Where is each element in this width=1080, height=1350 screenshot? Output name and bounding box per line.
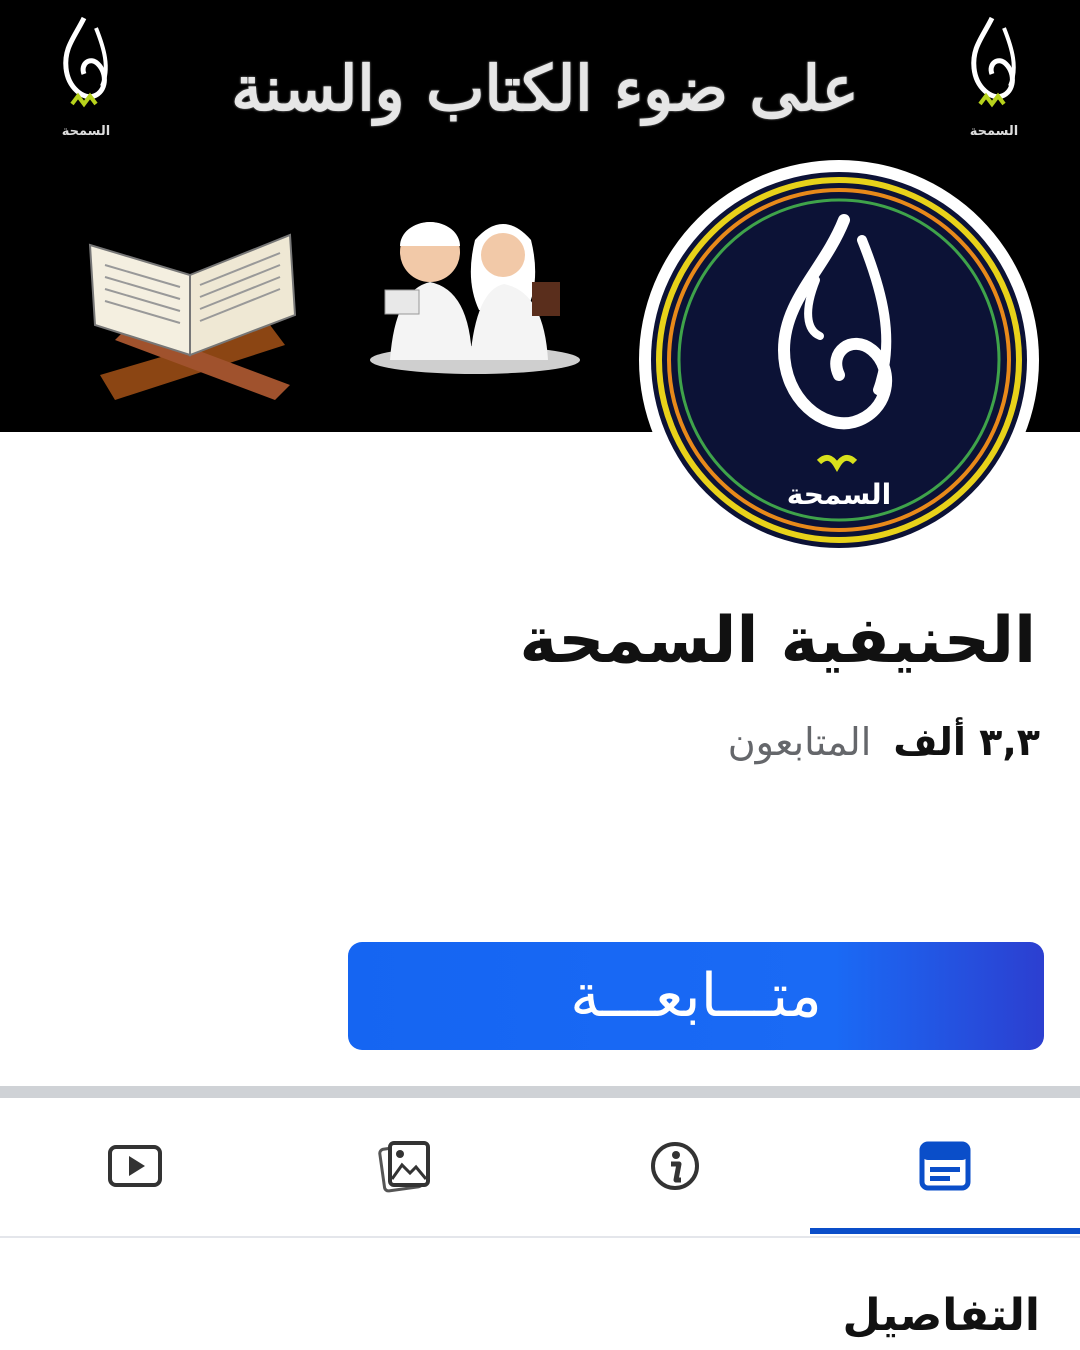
quran-illustration	[88, 233, 297, 400]
profile-avatar[interactable]: السمحة	[634, 160, 1044, 560]
video-icon	[108, 1145, 162, 1187]
tabs-bottom-border	[0, 1236, 1080, 1238]
tab-posts[interactable]	[810, 1098, 1080, 1234]
section-divider	[0, 1086, 1080, 1098]
tab-videos[interactable]	[0, 1098, 270, 1234]
tab-about[interactable]	[540, 1098, 810, 1234]
posts-icon	[919, 1141, 971, 1191]
children-reading-illustration	[370, 222, 580, 374]
follow-button[interactable]: متـــابعـــة	[348, 942, 1044, 1050]
active-tab-indicator	[810, 1228, 1080, 1234]
info-icon	[651, 1142, 699, 1190]
cover-title: على ضوء الكتاب والسنة	[231, 52, 859, 125]
followers-label: المتابعون	[727, 720, 872, 764]
photos-icon	[378, 1141, 430, 1193]
cover-logo-left: السمحة	[44, 8, 128, 139]
avatar-caption: السمحة	[786, 478, 892, 511]
followers-count: ٣,٣ ألف	[893, 720, 1040, 764]
cover-logo-right: السمحة	[952, 8, 1036, 139]
page-title: الحنيفية السمحة	[519, 604, 1036, 678]
details-heading: التفاصيل	[842, 1290, 1040, 1341]
followers-summary[interactable]: ٣,٣ ألف المتابعون	[728, 720, 1040, 764]
tab-photos[interactable]	[270, 1098, 540, 1234]
profile-tabs	[0, 1098, 1080, 1238]
